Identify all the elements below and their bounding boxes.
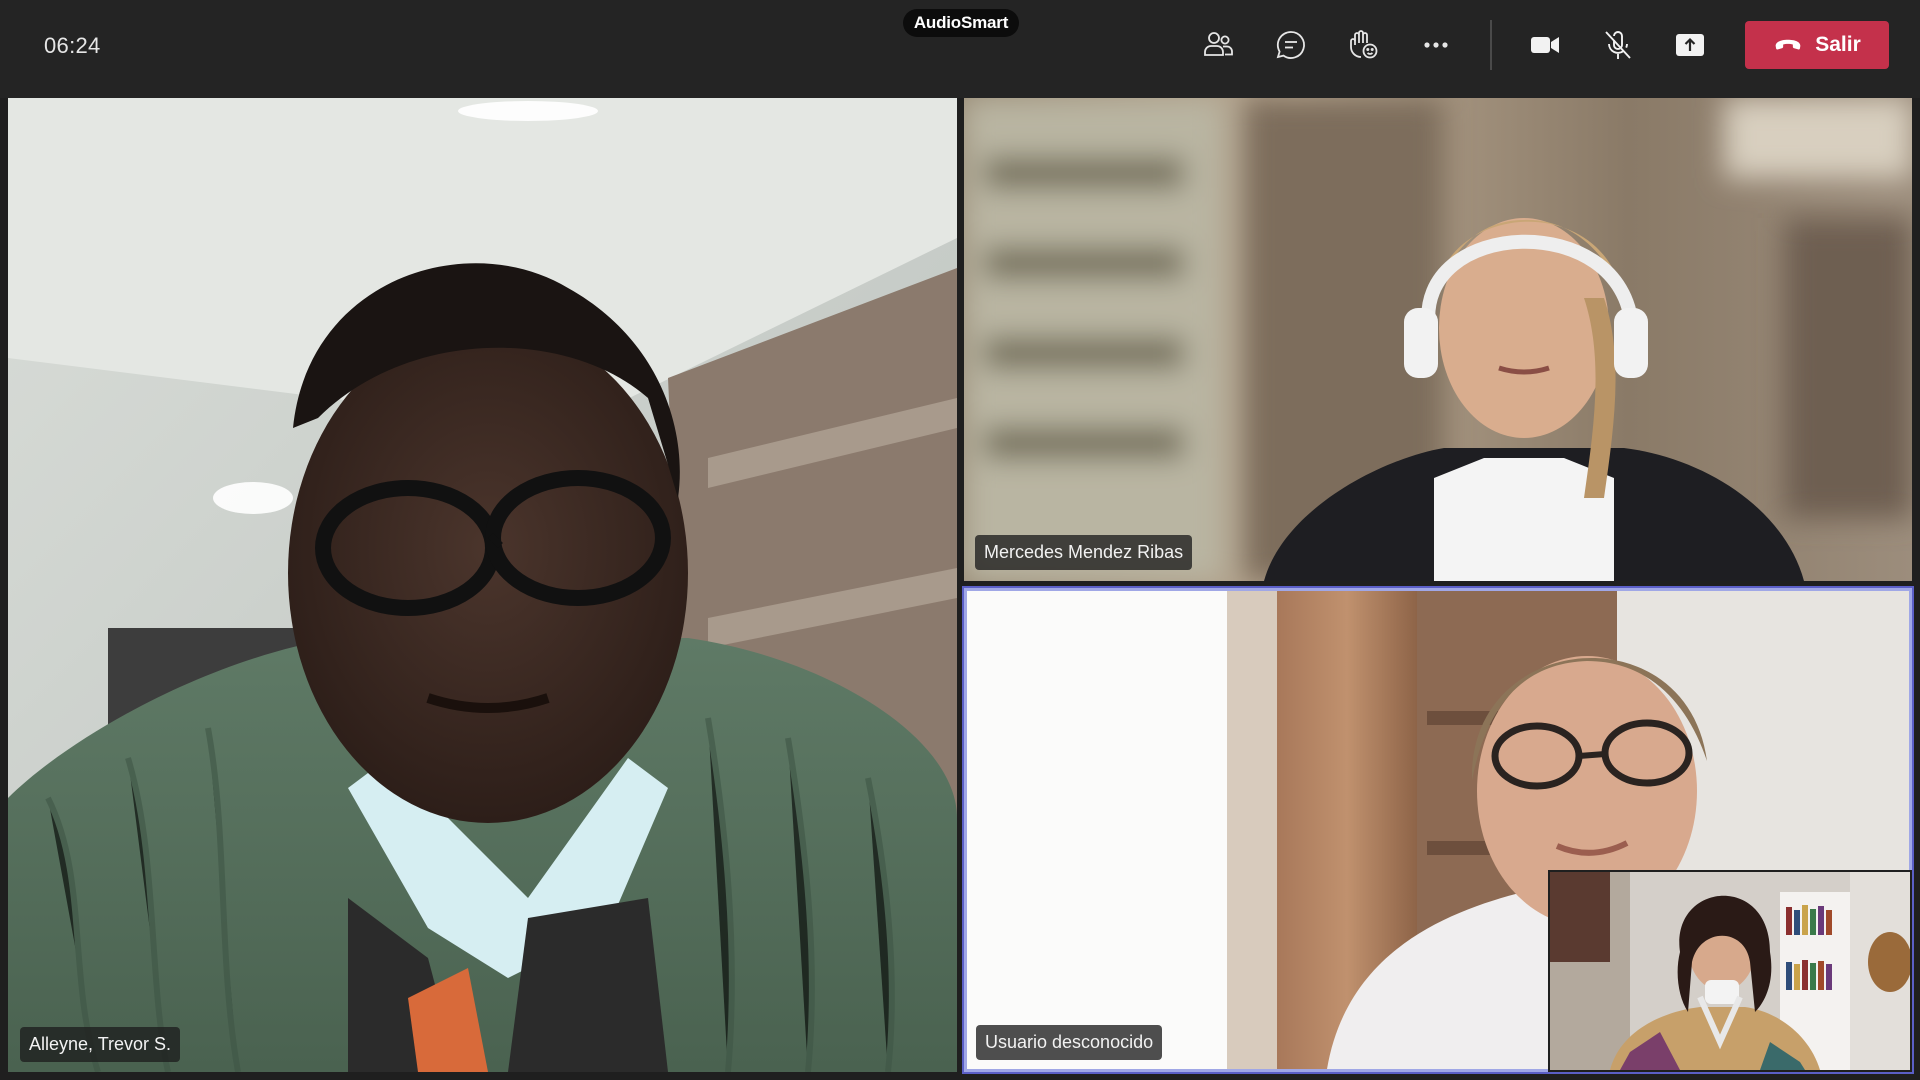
microphone-button[interactable] bbox=[1595, 24, 1641, 66]
camera-button[interactable] bbox=[1522, 24, 1568, 66]
chat-button[interactable] bbox=[1268, 24, 1314, 66]
toolbar-divider bbox=[1490, 20, 1492, 70]
participants-icon bbox=[1204, 32, 1233, 56]
participant-name-main: Alleyne, Trevor S. bbox=[20, 1027, 181, 1062]
raise-hand-icon bbox=[1350, 30, 1378, 59]
chat-icon bbox=[1276, 31, 1305, 59]
audiosmart-logo: AudioSmart bbox=[903, 9, 1019, 37]
more-options-button[interactable] bbox=[1413, 24, 1459, 66]
leave-meeting-button[interactable]: Salir bbox=[1745, 21, 1889, 69]
camera-icon bbox=[1531, 37, 1559, 53]
participant-name-top-right: Mercedes Mendez Ribas bbox=[975, 535, 1193, 570]
leave-button-label: Salir bbox=[1815, 33, 1861, 56]
more-options-icon bbox=[1424, 42, 1448, 48]
share-screen-button[interactable] bbox=[1667, 24, 1713, 66]
meeting-timer: 06:24 bbox=[44, 33, 101, 58]
reactions-button[interactable] bbox=[1340, 24, 1386, 66]
participant-name-bottom-right: Usuario desconocido bbox=[976, 1025, 1163, 1060]
participant-tile-main[interactable]: Alleyne, Trevor S. bbox=[8, 98, 957, 1072]
participant-video-main bbox=[8, 98, 957, 1072]
meeting-toolbar: 06:24 AudioSmart Salir bbox=[0, 0, 1920, 98]
self-view-tile[interactable] bbox=[1548, 870, 1912, 1072]
share-screen-icon bbox=[1676, 34, 1704, 56]
participant-video-top-right bbox=[964, 98, 1912, 581]
self-view-video bbox=[1550, 872, 1910, 1070]
participant-tile-top-right[interactable]: Mercedes Mendez Ribas bbox=[964, 98, 1912, 581]
phone-hangup-icon bbox=[1775, 39, 1801, 50]
participants-button[interactable] bbox=[1195, 24, 1241, 66]
mic-off-icon bbox=[1605, 31, 1631, 59]
